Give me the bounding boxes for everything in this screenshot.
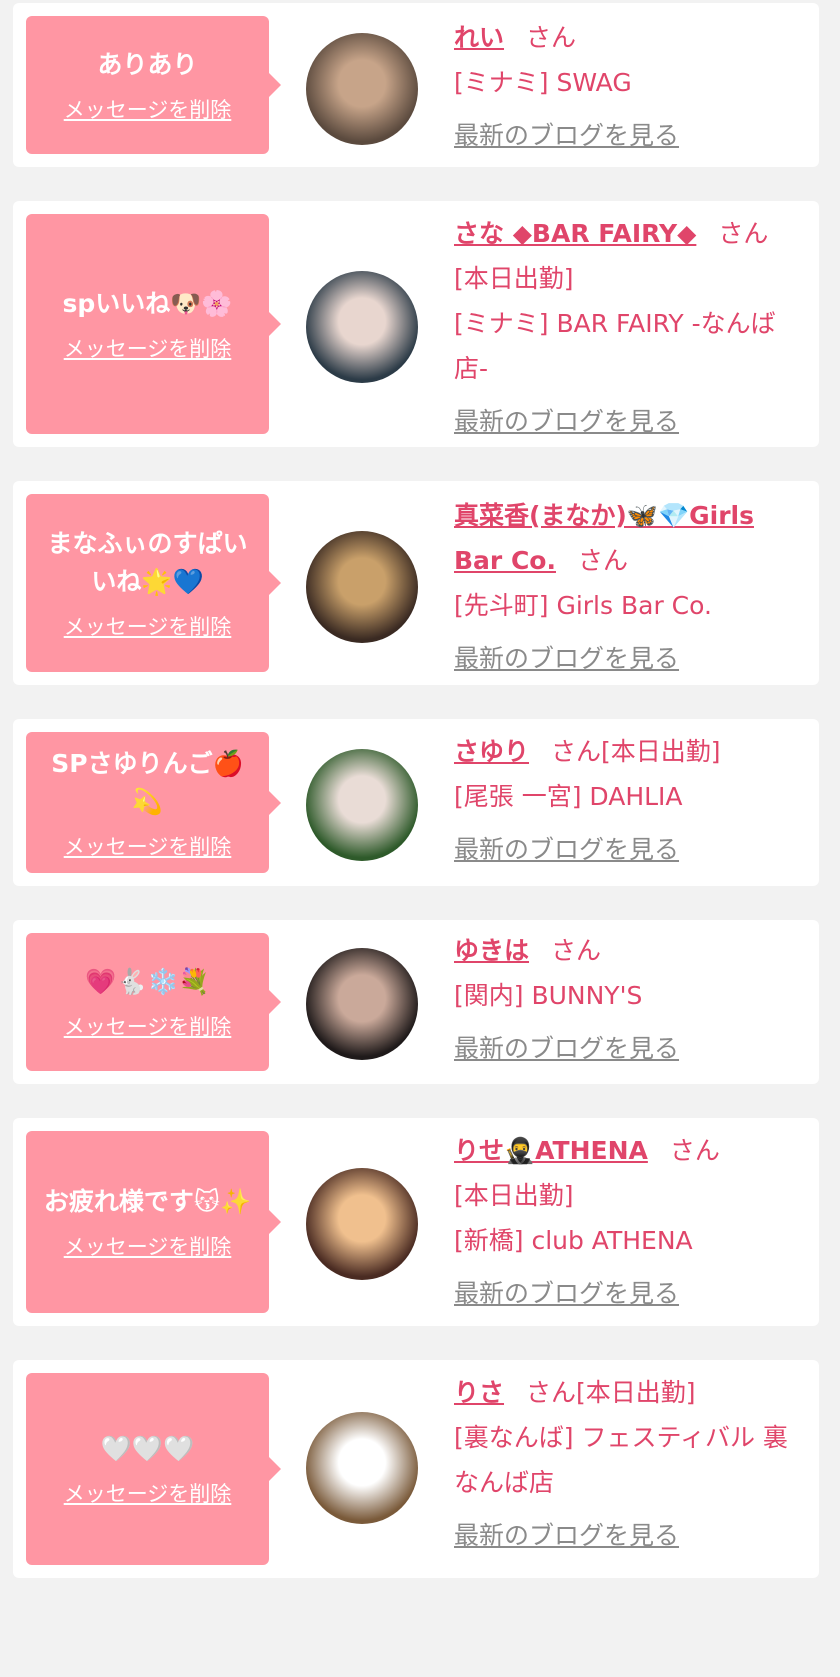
latest-blog-link[interactable]: 最新のブログを見る: [454, 827, 679, 872]
name-line: りせ🥷ATHENA さん [本日出勤]: [454, 1128, 799, 1218]
delete-message-link[interactable]: メッセージを削除: [64, 1231, 232, 1261]
shop-name: [ミナミ] SWAG: [454, 68, 632, 97]
delete-message-link[interactable]: メッセージを削除: [64, 831, 232, 861]
message-card: 💗🐇❄️💐 メッセージを削除 ゆきは さん [関内] BUNNY'S 最新のブログを見る: [13, 920, 819, 1084]
shop-name: [新橋] club ATHENA: [454, 1226, 693, 1255]
name-line: さな ◆BAR FAIRY◆ さん [本日出勤]: [454, 211, 799, 301]
message-bubble: SPさゆりんご🍎💫 メッセージを削除: [26, 732, 281, 873]
message-list: ありあり メッセージを削除 れい さん [ミナミ] SWAG 最新のブログを見る spいいね…: [0, 0, 840, 1677]
delete-message-link[interactable]: メッセージを削除: [64, 1011, 232, 1041]
latest-blog-link[interactable]: 最新のブログを見る: [454, 113, 679, 158]
message-text: ありあり: [97, 50, 198, 79]
honorific: さん: [718, 219, 769, 248]
cast-name-link[interactable]: れい: [454, 23, 504, 52]
message-bubble: 💗🐇❄️💐 メッセージを削除: [26, 933, 281, 1071]
avatar[interactable]: [306, 749, 418, 861]
profile-info: 真菜香(まなか)🦋💎Girls Bar Co. さん [先斗町] Girls Bar…: [454, 493, 799, 681]
honorific: さん: [577, 546, 628, 575]
avatar[interactable]: [306, 1168, 418, 1280]
message-text: 💗🐇❄️💐: [85, 967, 210, 996]
profile-info: さゆり さん[本日出勤] [尾張 一宮] DAHLIA 最新のブログを見る: [454, 729, 799, 872]
latest-blog-link[interactable]: 最新のブログを見る: [454, 636, 679, 681]
honorific: さん: [526, 23, 577, 52]
delete-message-link[interactable]: メッセージを削除: [64, 1478, 232, 1508]
avatar[interactable]: [306, 948, 418, 1060]
profile-info: ゆきは さん [関内] BUNNY'S 最新のブログを見る: [454, 928, 799, 1071]
cast-name-link[interactable]: りさ: [454, 1378, 504, 1407]
name-line: ゆきは さん: [454, 928, 799, 973]
latest-blog-link[interactable]: 最新のブログを見る: [454, 1513, 679, 1558]
delete-message-link[interactable]: メッセージを削除: [64, 611, 232, 641]
status-badge: [本日出勤]: [576, 1378, 696, 1407]
message-card: spいいね🐶🌸 メッセージを削除 さな ◆BAR FAIRY◆ さん [本日出勤] [ミナ…: [13, 201, 819, 447]
message-text: SPさゆりんご🍎💫: [51, 748, 244, 816]
status-badge: [本日出勤]: [454, 264, 574, 293]
avatar[interactable]: [306, 1412, 418, 1524]
shop-name: [裏なんば] フェスティバル 裏なんば店: [454, 1423, 788, 1497]
delete-message-link[interactable]: メッセージを削除: [64, 94, 232, 124]
message-text: 🤍🤍🤍: [100, 1434, 195, 1463]
avatar[interactable]: [306, 33, 418, 145]
cast-name-link[interactable]: さな ◆BAR FAIRY◆: [454, 219, 696, 248]
message-card: ありありメッセージを削除 れい さん [ミナミ] SWAG 最新のブログを見る: [13, 3, 819, 167]
delete-message-link[interactable]: メッセージを削除: [64, 333, 232, 363]
cast-name-link[interactable]: りせ🥷ATHENA: [454, 1136, 648, 1165]
avatar[interactable]: [306, 531, 418, 643]
message-card: お疲れ様です😽✨ メッセージを削除 りせ🥷ATHENA さん [本日出勤] [新橋] cl…: [13, 1118, 819, 1326]
message-card: 🤍🤍🤍 メッセージを削除 りさ さん[本日出勤] [裏なんば] フェスティバル 裏なんば…: [13, 1360, 819, 1578]
status-badge: [本日出勤]: [454, 1181, 574, 1210]
message-bubble: お疲れ様です😽✨ メッセージを削除: [26, 1131, 281, 1313]
status-badge: [本日出勤]: [601, 737, 721, 766]
message-card: SPさゆりんご🍎💫 メッセージを削除 さゆり さん[本日出勤] [尾張 一宮] DAHL…: [13, 719, 819, 886]
profile-info: りせ🥷ATHENA さん [本日出勤] [新橋] club ATHENA 最新のブログを…: [454, 1128, 799, 1316]
message-bubble: ありありメッセージを削除: [26, 16, 281, 154]
shop-name: [関内] BUNNY'S: [454, 981, 643, 1010]
message-text: まなふぃのすぱいいね🌟💙: [47, 529, 248, 596]
name-line: れい さん: [454, 15, 799, 60]
profile-info: れい さん [ミナミ] SWAG 最新のブログを見る: [454, 15, 799, 158]
message-bubble: 🤍🤍🤍 メッセージを削除: [26, 1373, 281, 1565]
shop-name: [尾張 一宮] DAHLIA: [454, 782, 683, 811]
message-bubble: spいいね🐶🌸 メッセージを削除: [26, 214, 281, 434]
name-line: りさ さん[本日出勤]: [454, 1370, 799, 1415]
honorific: さん: [526, 1378, 577, 1407]
avatar[interactable]: [306, 271, 418, 383]
name-line: 真菜香(まなか)🦋💎Girls Bar Co. さん: [454, 493, 799, 583]
honorific: さん: [669, 1136, 720, 1165]
cast-name-link[interactable]: ゆきは: [454, 936, 529, 965]
message-text: spいいね🐶🌸: [62, 289, 233, 318]
honorific: さん: [551, 936, 602, 965]
honorific: さん: [551, 737, 602, 766]
shop-name: [先斗町] Girls Bar Co.: [454, 591, 712, 620]
message-bubble: まなふぃのすぱいいね🌟💙 メッセージを削除: [26, 494, 281, 672]
profile-info: りさ さん[本日出勤] [裏なんば] フェスティバル 裏なんば店最新のブログを見る: [454, 1370, 799, 1558]
cast-name-link[interactable]: さゆり: [454, 737, 529, 766]
shop-name: [ミナミ] BAR FAIRY -なんば店-: [454, 309, 776, 383]
latest-blog-link[interactable]: 最新のブログを見る: [454, 399, 679, 444]
profile-info: さな ◆BAR FAIRY◆ さん [本日出勤] [ミナミ] BAR FAIRY -な…: [454, 211, 799, 444]
latest-blog-link[interactable]: 最新のブログを見る: [454, 1026, 679, 1071]
message-card: まなふぃのすぱいいね🌟💙 メッセージを削除 真菜香(まなか)🦋💎Girls Bar …: [13, 481, 819, 685]
message-text: お疲れ様です😽✨: [43, 1187, 252, 1216]
latest-blog-link[interactable]: 最新のブログを見る: [454, 1271, 679, 1316]
name-line: さゆり さん[本日出勤]: [454, 729, 799, 774]
